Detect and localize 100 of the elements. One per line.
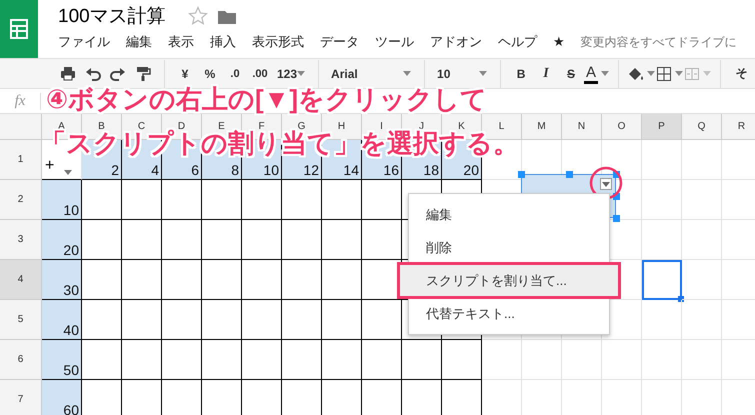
table-cell — [322, 220, 362, 260]
column-header[interactable]: N — [562, 114, 602, 140]
menu-item[interactable]: 編集 — [409, 198, 609, 231]
menu-item[interactable]: 編集 — [126, 33, 152, 51]
menu-item[interactable]: ファイル — [58, 33, 110, 51]
table-cell — [242, 220, 282, 260]
dropdown[interactable]: 123 — [273, 62, 310, 84]
table-cell — [562, 340, 602, 380]
menu-item[interactable]: アドオン — [430, 33, 482, 51]
menu-item[interactable]: 挿入 — [210, 33, 236, 51]
toolbar-button[interactable]: .0 — [223, 62, 247, 84]
toolbar-button[interactable]: S — [559, 62, 584, 84]
table-cell — [282, 300, 322, 340]
table-cell — [642, 300, 682, 340]
column-header[interactable]: P — [642, 114, 682, 140]
toolbar-button[interactable]: % — [198, 62, 222, 84]
app-logo[interactable] — [0, 0, 38, 58]
table-cell — [602, 340, 642, 380]
table-cell: 10 — [42, 180, 82, 220]
table-cell — [202, 340, 242, 380]
table-cell — [282, 340, 322, 380]
dropdown-value: Arial — [331, 66, 358, 80]
table-cell — [202, 220, 242, 260]
toolbar-button[interactable]: I — [534, 62, 558, 84]
table-cell — [202, 260, 242, 300]
caret-icon — [675, 71, 684, 76]
table-cell — [202, 300, 242, 340]
caret-icon — [703, 71, 712, 76]
column-header[interactable]: M — [522, 114, 562, 140]
menu-item[interactable]: 代替テキスト... — [409, 297, 609, 330]
table-cell — [682, 220, 722, 260]
toolbar-button[interactable]: そ — [729, 62, 754, 84]
table-cell — [322, 300, 362, 340]
table-cell — [242, 340, 282, 380]
caret-icon — [403, 71, 412, 76]
table-cell — [682, 300, 722, 340]
table-cell — [682, 340, 722, 380]
menu-item[interactable]: スクリプトを割り当て... — [399, 264, 619, 297]
table-cell — [122, 260, 162, 300]
borders-icon — [656, 66, 672, 82]
row-header[interactable]: 5 — [0, 300, 42, 340]
selected-cell[interactable] — [642, 260, 682, 300]
menu-item[interactable]: 表示 — [168, 33, 194, 51]
caret-icon — [64, 170, 72, 175]
table-cell — [482, 340, 522, 380]
column-header[interactable]: R — [722, 114, 755, 140]
dropdown-value: 123 — [277, 66, 298, 80]
menu-item[interactable]: ★ — [553, 34, 565, 50]
table-cell — [162, 300, 202, 340]
menu-item[interactable]: ツール — [375, 33, 414, 51]
row-header[interactable]: 6 — [0, 340, 42, 380]
menu-item[interactable]: ヘルプ — [498, 33, 537, 51]
row-header[interactable]: 3 — [0, 220, 42, 260]
table-cell — [642, 180, 682, 220]
table-cell — [282, 260, 322, 300]
toolbar-button[interactable]: ¥ — [173, 62, 197, 84]
table-cell: 50 — [42, 340, 82, 380]
table-cell: 60 — [42, 380, 82, 415]
table-cell — [122, 300, 162, 340]
resize-handle[interactable] — [613, 215, 620, 222]
table-cell — [162, 260, 202, 300]
add-button[interactable]: + — [45, 157, 54, 175]
toolbar-button[interactable]: A — [584, 62, 610, 84]
menu-item[interactable]: 表示形式 — [252, 33, 304, 51]
table-cell — [162, 340, 202, 380]
column-header[interactable]: O — [602, 114, 642, 140]
dropdown-button[interactable] — [600, 178, 612, 190]
dropdown[interactable]: Arial — [327, 62, 416, 84]
resize-handle[interactable] — [518, 171, 525, 178]
table-cell — [162, 220, 202, 260]
dropdown[interactable]: 10 — [433, 62, 492, 84]
table-cell — [82, 260, 122, 300]
row-header[interactable]: 1 — [0, 140, 42, 180]
row-header[interactable]: 4 — [0, 260, 42, 300]
caret-icon — [646, 71, 655, 76]
dropdown-value: 10 — [437, 66, 450, 80]
table-cell — [322, 260, 362, 300]
table-cell — [242, 260, 282, 300]
print-icon — [60, 66, 76, 82]
folder-icon[interactable] — [218, 8, 236, 24]
table-cell: 40 — [42, 300, 82, 340]
toolbar-button[interactable]: B — [509, 62, 534, 84]
toolbar-button[interactable]: .00 — [248, 62, 272, 84]
redo-icon — [110, 66, 126, 82]
resize-handle[interactable] — [566, 171, 573, 178]
save-status: 変更内容をすべてドライブに — [580, 34, 737, 50]
paint-bucket-icon — [627, 66, 644, 82]
table-cell — [362, 300, 402, 340]
menu-item[interactable]: 削除 — [409, 231, 609, 264]
table-cell — [362, 340, 402, 380]
table-cell — [682, 140, 722, 180]
menu-item[interactable]: データ — [320, 33, 359, 51]
row-header[interactable]: 7 — [0, 380, 42, 415]
document-title[interactable]: 100マス計算 — [58, 3, 166, 29]
star-icon[interactable] — [188, 6, 208, 26]
table-cell — [322, 340, 362, 380]
row-header[interactable]: 2 — [0, 180, 42, 220]
table-cell — [282, 220, 322, 260]
table-cell — [122, 340, 162, 380]
column-header[interactable]: Q — [682, 114, 722, 140]
